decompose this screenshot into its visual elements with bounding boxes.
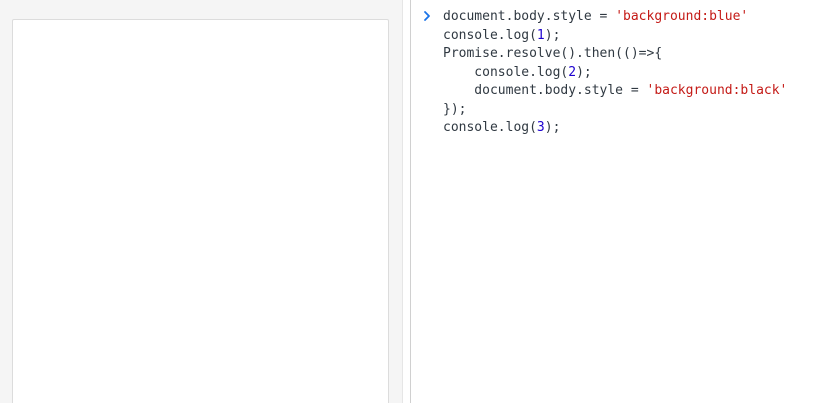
code-token: ); <box>544 120 561 135</box>
string-literal: 'background:black' <box>646 83 788 98</box>
string-literal: 'background:blue' <box>615 9 749 24</box>
code-token: ); <box>544 27 561 43</box>
code-token: console.log( <box>443 64 569 80</box>
code-token: document.body.style = <box>443 83 647 98</box>
console-code-line: console.log(3); <box>443 119 787 138</box>
code-token: Promise.resolve().then(()=>{ <box>443 46 663 61</box>
number-literal: 3 <box>536 120 545 135</box>
console-code-line: Promise.resolve().then(()=>{ <box>443 45 787 64</box>
page-preview-pane <box>0 0 403 403</box>
chevron-right-icon <box>421 8 435 24</box>
code-token: console.log( <box>443 120 537 135</box>
console-code-line: }); <box>443 101 787 120</box>
console-code-line: console.log(2); <box>443 64 787 83</box>
console-panel[interactable]: document.body.style = 'background:blue' c… <box>411 0 835 403</box>
page-preview-viewport[interactable] <box>12 19 389 403</box>
console-code-line: document.body.style = 'background:black' <box>443 82 787 101</box>
number-literal: 2 <box>568 64 577 80</box>
devtools-window: document.body.style = 'background:blue' c… <box>0 0 835 403</box>
code-token: console.log( <box>443 27 537 43</box>
code-token: }); <box>443 101 467 117</box>
number-literal: 1 <box>536 27 545 43</box>
code-token: ); <box>576 64 592 80</box>
console-input-code[interactable]: document.body.style = 'background:blue' c… <box>443 8 787 138</box>
console-code-line: document.body.style = 'background:blue' <box>443 8 787 27</box>
code-token: document.body.style = <box>443 9 616 24</box>
console-code-line: console.log(1); <box>443 27 787 46</box>
